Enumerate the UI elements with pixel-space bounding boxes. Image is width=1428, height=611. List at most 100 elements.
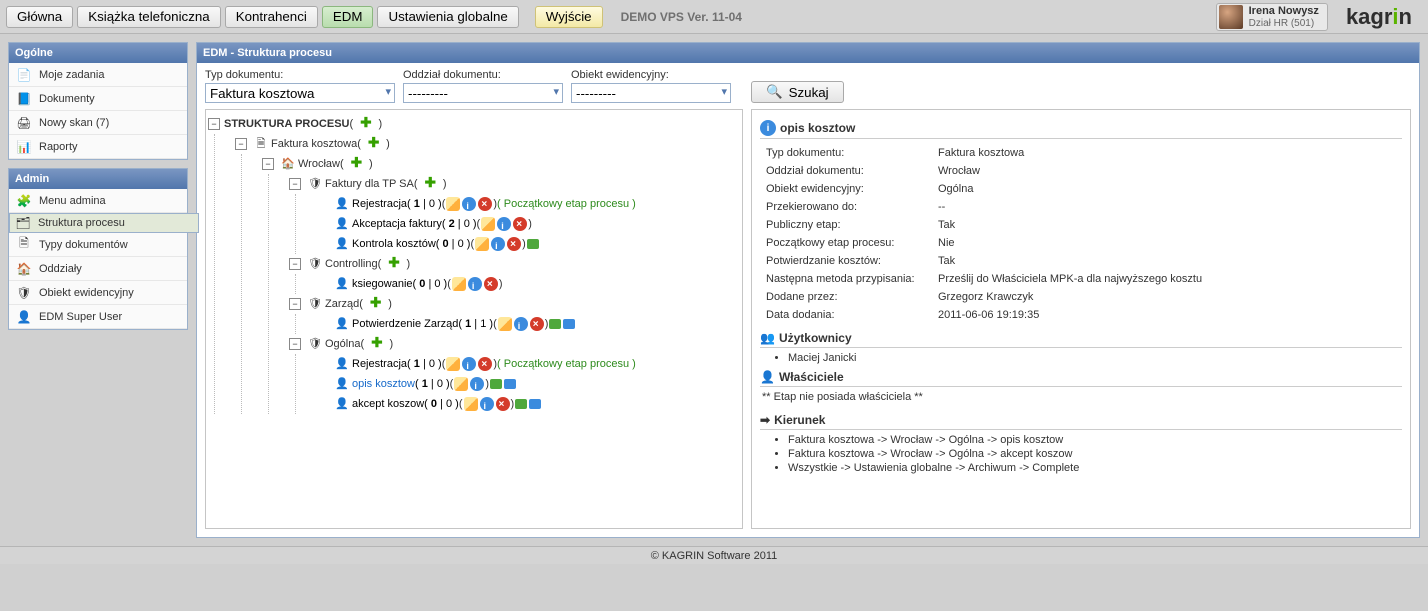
filter-evidence-select[interactable]: --------- <box>571 83 731 103</box>
sidebar-item-edm-superuser[interactable]: 👤 EDM Super User <box>9 305 187 329</box>
admin-menu-icon: 🧩 <box>15 193 33 209</box>
edit-icon[interactable] <box>481 217 495 231</box>
edit-icon[interactable] <box>452 277 466 291</box>
sidebar-group: Admin🧩Menu admina🗂Struktura procesu🗎Typy… <box>8 168 188 330</box>
stage-counts: ( 0 | 0 ) <box>413 274 448 294</box>
prop-value: Tak <box>934 217 1400 233</box>
del-icon[interactable] <box>513 217 527 231</box>
sidebar-item-label: EDM Super User <box>39 311 122 323</box>
tree-toggle[interactable]: − <box>289 258 301 270</box>
sidebar-item-my-tasks[interactable]: 📄Moje zadania <box>9 63 187 87</box>
info-icon[interactable] <box>468 277 482 291</box>
user-box[interactable]: Irena Nowysz Dział HR (501) <box>1216 3 1328 31</box>
del-icon[interactable] <box>478 357 492 371</box>
info-icon[interactable] <box>491 237 505 251</box>
edit-icon[interactable] <box>475 237 489 251</box>
branch-icon: 🏠 <box>280 154 296 174</box>
object-label[interactable]: Zarząd <box>325 294 359 314</box>
tree-toggle[interactable]: − <box>262 158 274 170</box>
tree-toggle[interactable]: − <box>208 118 220 130</box>
sidebar-item-evidence-object[interactable]: 🛡Obiekt ewidencyjny <box>9 281 187 305</box>
stage-name[interactable]: Akceptacja faktury <box>352 214 442 234</box>
stage-icon: 👤 <box>334 314 350 334</box>
object-label[interactable]: Faktury dla TP SA <box>325 174 414 194</box>
sidebar-item-new-scan[interactable]: 🖨Nowy skan (7) <box>9 111 187 135</box>
object-label[interactable]: Controlling <box>325 254 378 274</box>
nav-książka-telefoniczna[interactable]: Książka telefoniczna <box>77 6 221 28</box>
sidebar-item-admin-menu[interactable]: 🧩Menu admina <box>9 189 187 213</box>
sidebar-item-branches[interactable]: 🏠Oddziały <box>9 257 187 281</box>
sidebar-item-reports[interactable]: 📊Raporty <box>9 135 187 159</box>
details-properties: Typ dokumentu:Faktura kosztowaOddział do… <box>760 143 1402 325</box>
info-icon[interactable] <box>462 197 476 211</box>
add-button[interactable]: ✚ <box>364 135 383 151</box>
flow-green-icon <box>527 239 539 249</box>
info-icon[interactable] <box>462 357 476 371</box>
add-button[interactable]: ✚ <box>356 115 375 131</box>
filter-doctype-label: Typ dokumentu: <box>205 69 395 81</box>
add-button[interactable]: ✚ <box>421 175 440 191</box>
tree-toggle[interactable]: − <box>289 298 301 310</box>
sidebar-item-label: Moje zadania <box>39 69 104 81</box>
filter-evidence-label: Obiekt ewidencyjny: <box>571 69 731 81</box>
add-button[interactable]: ✚ <box>384 255 403 271</box>
del-icon[interactable] <box>530 317 544 331</box>
direction-item: Wszystkie -> Ustawienia globalne -> Arch… <box>788 462 1402 474</box>
edit-icon[interactable] <box>454 377 468 391</box>
sidebar-group-body: 🧩Menu admina🗂Struktura procesu🗎Typy doku… <box>9 189 187 329</box>
object-label[interactable]: Ogólna <box>325 334 360 354</box>
tree-toggle[interactable]: − <box>235 138 247 150</box>
search-button[interactable]: 🔍 Szukaj <box>751 81 844 103</box>
sidebar-group-title: Ogólne <box>9 43 187 63</box>
nav-główna[interactable]: Główna <box>6 6 73 28</box>
info-icon[interactable] <box>480 397 494 411</box>
stage-counts: ( 0 | 0 ) <box>436 234 471 254</box>
del-icon[interactable] <box>484 277 498 291</box>
del-icon[interactable] <box>507 237 521 251</box>
stage-name[interactable]: Potwierdzenie Zarząd <box>352 314 458 334</box>
stage-name[interactable]: Kontrola kosztów <box>352 234 436 254</box>
superuser-icon: 👤 <box>15 309 33 325</box>
doctype-label[interactable]: Faktura kosztowa <box>271 134 357 154</box>
flow-green-icon <box>515 399 527 409</box>
tree-toggle[interactable]: − <box>289 338 301 350</box>
nav-edm[interactable]: EDM <box>322 6 374 28</box>
nav-kontrahenci[interactable]: Kontrahenci <box>225 6 318 28</box>
edit-icon[interactable] <box>446 357 460 371</box>
direction-header: ➡Kierunek <box>760 411 1402 430</box>
sidebar-item-doc-types[interactable]: 🗎 Typy dokumentów <box>9 233 187 257</box>
branch-label[interactable]: Wrocław <box>298 154 340 174</box>
sidebar-item-label: Oddziały <box>39 263 82 275</box>
add-button[interactable]: ✚ <box>367 335 386 351</box>
add-button[interactable]: ✚ <box>347 155 366 171</box>
stage-name[interactable]: ksiegowanie <box>352 274 413 294</box>
edit-icon[interactable] <box>464 397 478 411</box>
del-icon[interactable] <box>478 197 492 211</box>
top-toolbar: GłównaKsiążka telefonicznaKontrahenciEDM… <box>0 0 1428 34</box>
main-split: − STRUKTURA PROCESU ( ✚ )−🗎Faktura koszt… <box>197 109 1419 537</box>
nav-exit[interactable]: Wyjście <box>535 6 603 28</box>
info-icon[interactable] <box>514 317 528 331</box>
sidebar-item-label: Typy dokumentów <box>39 239 128 251</box>
search-label: Szukaj <box>789 85 829 100</box>
doc-types-icon: 🗎 <box>15 237 33 253</box>
filter-doctype-select[interactable]: Faktura kosztowa <box>205 83 395 103</box>
stage-name[interactable]: Rejestracja <box>352 194 407 214</box>
stage-icon: 👤 <box>334 374 350 394</box>
sidebar-group: Ogólne📄Moje zadania📘Dokumenty🖨Nowy skan … <box>8 42 188 160</box>
nav-ustawienia-globalne[interactable]: Ustawienia globalne <box>377 6 518 28</box>
sidebar-item-documents[interactable]: 📘Dokumenty <box>9 87 187 111</box>
del-icon[interactable] <box>496 397 510 411</box>
edit-icon[interactable] <box>446 197 460 211</box>
stage-name[interactable]: akcept koszow <box>352 394 424 414</box>
stage-name[interactable]: Rejestracja <box>352 354 407 374</box>
info-icon[interactable] <box>497 217 511 231</box>
filter-branch-select[interactable]: --------- <box>403 83 563 103</box>
users-list: Maciej Janicki <box>788 352 1402 364</box>
stage-name[interactable]: opis kosztow <box>352 374 415 394</box>
add-button[interactable]: ✚ <box>366 295 385 311</box>
info-icon[interactable] <box>470 377 484 391</box>
edit-icon[interactable] <box>498 317 512 331</box>
sidebar-item-process-structure[interactable]: 🗂Struktura procesu <box>9 213 199 233</box>
tree-toggle[interactable]: − <box>289 178 301 190</box>
